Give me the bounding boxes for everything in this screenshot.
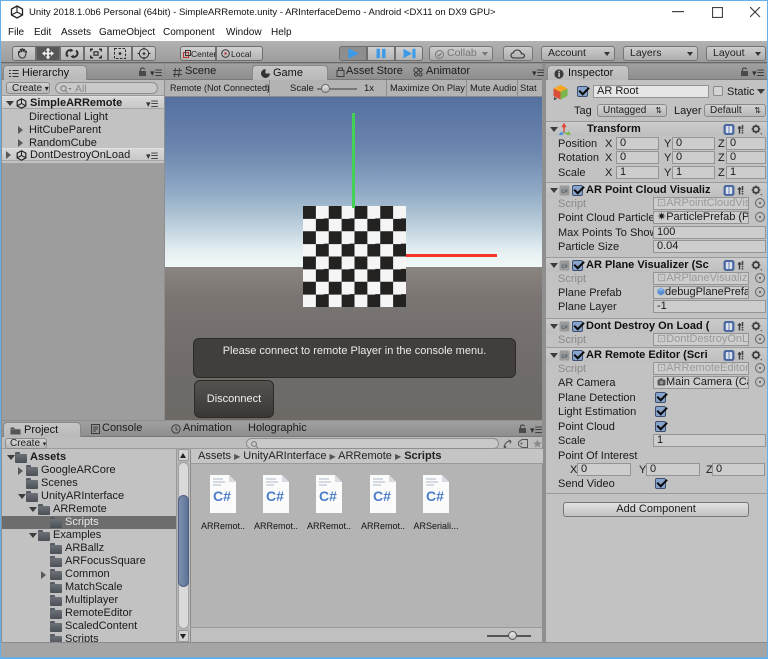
svg-text:C#: C# [213, 488, 231, 504]
svg-text:C#: C# [266, 488, 284, 504]
svg-text:c#: c# [561, 189, 568, 195]
svg-text:c#: c# [561, 354, 568, 360]
svg-text:C#: C# [319, 488, 337, 504]
svg-text:c#: c# [561, 325, 568, 331]
svg-text:C#: C# [426, 488, 444, 504]
svg-text:C#: C# [373, 488, 391, 504]
svg-text:c#: c# [561, 264, 568, 270]
